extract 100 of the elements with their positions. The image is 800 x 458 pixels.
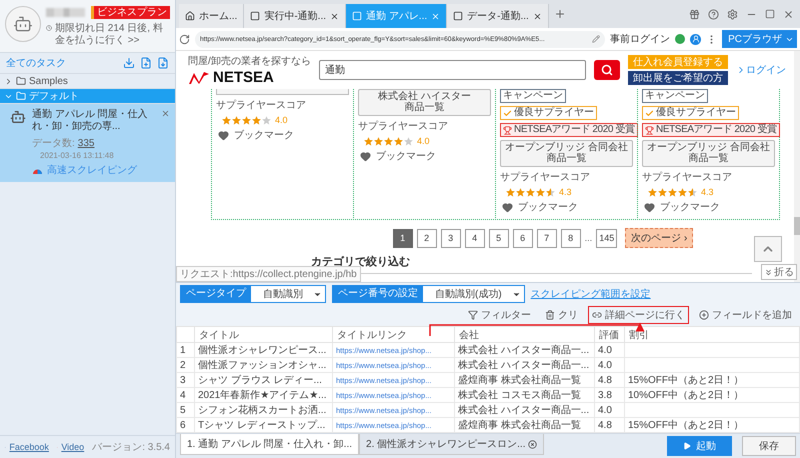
bookmark-link[interactable]: ブックマーク xyxy=(660,200,720,214)
close-icon[interactable] xyxy=(783,8,794,20)
close-icon[interactable] xyxy=(532,12,542,20)
double-chevron-icon xyxy=(764,268,773,276)
maximize-icon[interactable] xyxy=(765,8,775,18)
user-badge-icon[interactable] xyxy=(690,34,702,44)
page-link[interactable]: 8 xyxy=(560,228,581,248)
star-icon xyxy=(242,116,251,124)
new-task-icon[interactable] xyxy=(140,57,152,69)
pre-login-link[interactable]: 事前ログイン xyxy=(610,32,670,46)
toolbar-button[interactable]: フィルター xyxy=(464,306,535,324)
reload-icon[interactable] xyxy=(179,34,190,44)
star-icon xyxy=(222,116,231,124)
import-icon[interactable] xyxy=(123,57,135,69)
dropdown[interactable]: 自動識別(成功) xyxy=(423,286,524,302)
scrollbar-thumb[interactable] xyxy=(794,217,800,236)
star-icon xyxy=(516,188,525,196)
version-text: バージョン: 3.5.4 xyxy=(92,441,170,454)
folder-icon xyxy=(16,76,26,86)
product-list-button[interactable]: オープンブリッジ 合同会社 商品一覧 xyxy=(642,140,775,167)
task-item[interactable]: 通勤 アパレル 問屋・仕入れ・卸・卸売の専... データ数: 335 2021-03-16 13:11:48 高速スクレイピング xyxy=(0,104,175,182)
page-icon xyxy=(250,11,260,21)
exhibit-button[interactable]: 卸出展をご希望の方 xyxy=(628,71,728,85)
table-cell: 2021年春新作★アイテム★... xyxy=(194,388,332,402)
expiry-link[interactable]: 期限切れ日 214 日後, 料金を払うに行く >> xyxy=(54,23,170,47)
back-to-top-button[interactable] xyxy=(754,236,782,262)
collapse-button[interactable]: 折る xyxy=(761,264,797,280)
bookmark-link[interactable]: ブックマーク xyxy=(234,128,294,142)
link-icon xyxy=(592,310,602,320)
user-icon xyxy=(692,35,700,43)
page-link[interactable]: 1 xyxy=(392,228,413,248)
bookmark-link[interactable]: ブックマーク xyxy=(376,149,436,163)
heart-icon[interactable] xyxy=(502,202,513,212)
product-list-button[interactable]: オープンブリッジ 合同会社 商品一覧 xyxy=(500,140,633,167)
page-link[interactable]: 6 xyxy=(512,228,533,248)
browser-tab[interactable]: ホーム... xyxy=(179,4,244,28)
dropdown[interactable]: 自動識別 xyxy=(251,286,325,302)
bookmark-link[interactable]: ブックマーク xyxy=(518,200,578,214)
brand-name[interactable]: NETSEA xyxy=(213,69,274,86)
row-number: 1 xyxy=(176,342,194,358)
score-value: 4.0 xyxy=(417,136,430,146)
score-label: サプライヤースコア xyxy=(216,98,307,112)
heart-icon[interactable] xyxy=(644,202,655,212)
star-icon xyxy=(668,188,677,196)
table-cell: 株式会社 ハイスター商品一... xyxy=(454,342,594,358)
plan-badge: ビジネスプラン xyxy=(91,6,170,19)
result-tab[interactable]: 2. 個性派オシャレワンピースロン... xyxy=(359,434,544,455)
next-page-button[interactable]: 次のページ › xyxy=(625,228,694,248)
export-icon[interactable] xyxy=(157,57,169,69)
page-link[interactable]: 3 xyxy=(440,228,461,248)
toolbar-button[interactable]: 詳細ページに行く xyxy=(588,306,689,324)
data-count-link[interactable]: 335 xyxy=(78,138,94,148)
new-tab-icon[interactable] xyxy=(554,8,566,20)
star-icon xyxy=(384,136,393,146)
start-button[interactable]: 起動 xyxy=(667,436,732,456)
login-link[interactable]: ログイン xyxy=(736,63,786,77)
product-list-button[interactable]: 株式会社 ハイスター 商品一覧 xyxy=(358,89,491,116)
home-icon xyxy=(185,11,195,21)
trophy-icon xyxy=(645,126,654,134)
table-cell: 15%OFF中（あと2日！） xyxy=(624,372,800,388)
star-icon xyxy=(394,136,403,146)
toolbar-button[interactable]: クリ xyxy=(541,306,582,324)
tagline: 問屋/卸売の業者を探すなら xyxy=(188,54,311,68)
page-link[interactable]: 145 xyxy=(596,228,618,248)
heart-icon[interactable] xyxy=(218,130,229,140)
close-icon[interactable] xyxy=(528,440,538,448)
edit-icon[interactable] xyxy=(592,35,600,43)
logo-mark-icon[interactable] xyxy=(188,70,210,84)
table-cell: 4.0 xyxy=(594,402,624,418)
connection-status-icon xyxy=(675,34,686,44)
footer-link[interactable]: Video xyxy=(61,442,84,452)
star-icon xyxy=(536,188,545,196)
result-tab[interactable]: 1. 通勤 アパレル 問屋・仕入れ・卸... xyxy=(180,434,360,455)
page-link[interactable]: 5 xyxy=(488,228,509,248)
save-button[interactable]: 保存 xyxy=(742,436,796,456)
page-link[interactable]: 7 xyxy=(536,228,557,248)
table-cell: 4.0 xyxy=(594,358,624,372)
search-button[interactable] xyxy=(594,60,620,80)
toolbar-button[interactable]: フィールドを追加 xyxy=(695,306,796,324)
chevron-icon[interactable] xyxy=(4,76,13,86)
close-icon[interactable] xyxy=(330,12,340,20)
heart-icon[interactable] xyxy=(360,150,371,162)
star-icon xyxy=(546,188,555,196)
settings-icon[interactable] xyxy=(727,8,738,20)
score-value: 4.0 xyxy=(275,115,288,125)
footer-link[interactable]: Facebook xyxy=(9,442,49,452)
table-cell: 10%OFF中（あと2日！） xyxy=(624,388,800,402)
page-link[interactable]: 4 xyxy=(464,228,485,248)
gift-icon[interactable] xyxy=(689,8,700,20)
star-icon xyxy=(262,116,271,124)
trash-icon xyxy=(545,310,555,320)
column-header: 評価 xyxy=(594,326,624,342)
page-link[interactable]: 2 xyxy=(416,228,437,248)
browser-tab[interactable]: データ-通勤... xyxy=(447,4,549,28)
help-icon[interactable] xyxy=(708,8,719,20)
browser-tab[interactable]: 実行中-通勤... xyxy=(244,4,346,28)
browser-mode-button[interactable]: PCブラウザ xyxy=(722,30,797,48)
task-time: 2021-03-16 13:11:48 xyxy=(40,151,114,160)
search-field[interactable]: 通勤 xyxy=(318,60,586,80)
row-number: 5 xyxy=(176,402,194,418)
